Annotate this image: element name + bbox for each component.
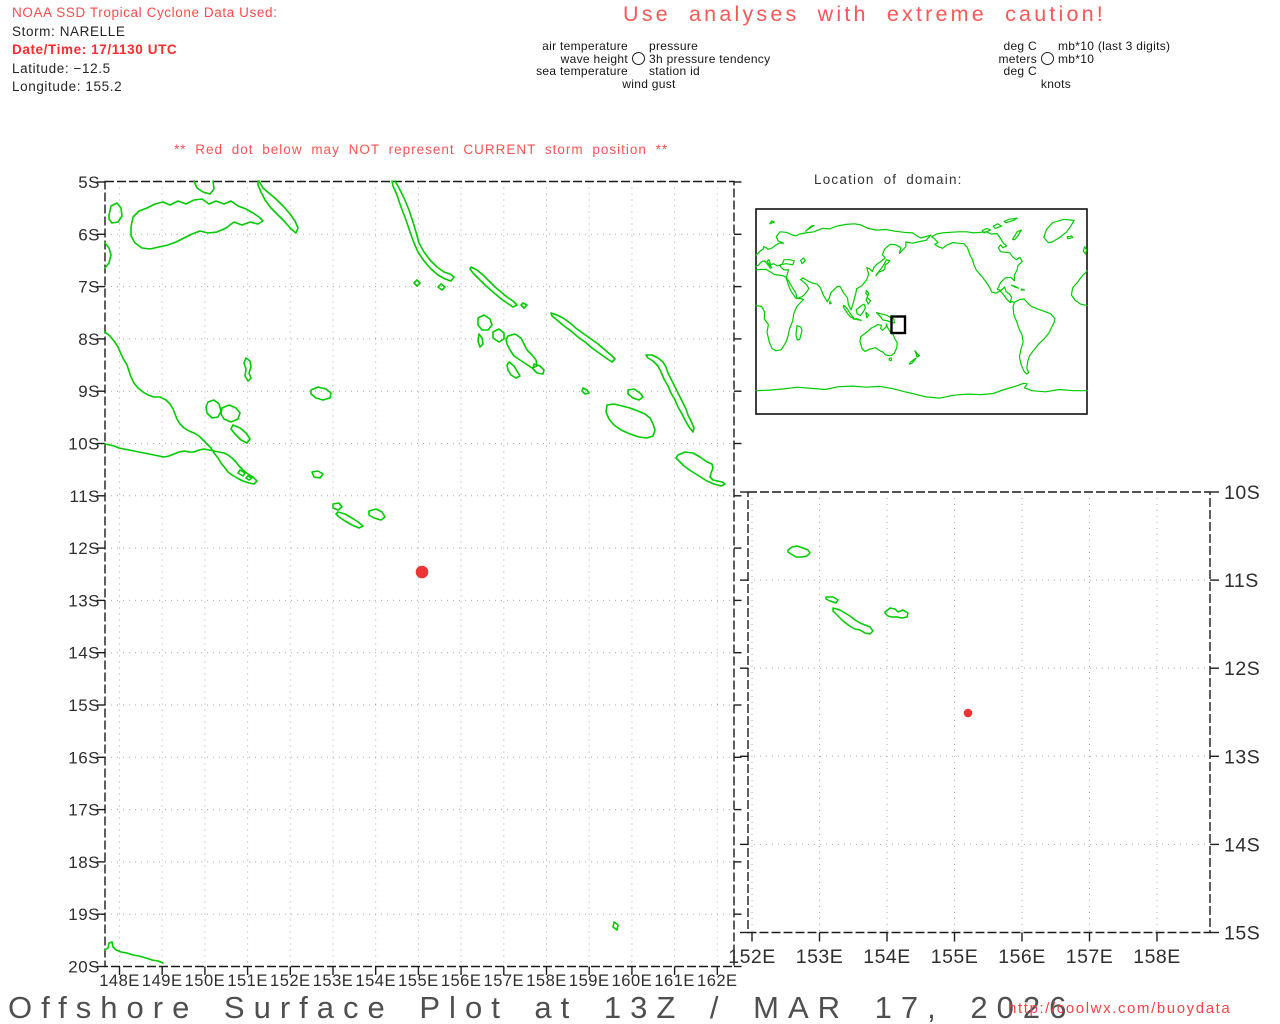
zoom-map-frame	[748, 492, 1210, 933]
svg-text:13S: 13S	[68, 591, 100, 610]
legend-spacer	[1041, 40, 1054, 53]
world-location-inset	[748, 202, 1096, 422]
legend-row: deg C mb*10 (last 3 digits)	[987, 40, 1170, 53]
svg-text:154E: 154E	[863, 946, 911, 968]
svg-text:151E: 151E	[227, 972, 268, 990]
svg-text:14S: 14S	[68, 644, 100, 663]
svg-text:13S: 13S	[1224, 746, 1260, 768]
plot-title: Offshore Surface Plot at 13Z / MAR 17, 2…	[8, 990, 1075, 1024]
svg-text:154E: 154E	[355, 972, 396, 990]
svg-text:155E: 155E	[398, 972, 439, 990]
storm-position-warning: ** Red dot below may NOT represent CURRE…	[174, 142, 668, 157]
svg-text:19S: 19S	[68, 905, 100, 924]
storm-position-dot-main	[416, 566, 429, 579]
inset-title: Location of domain:	[814, 172, 963, 187]
main-map-canvas: 148E149E150E151E152E153E154E155E156E157E…	[55, 165, 745, 995]
station-model-legend: air temperature pressure wave height 3h …	[516, 40, 770, 90]
axis-labels: 148E149E150E151E152E153E154E155E156E157E…	[68, 173, 737, 990]
unit-tendency: mb*10	[1058, 53, 1094, 66]
svg-text:150E: 150E	[185, 972, 226, 990]
svg-text:161E: 161E	[654, 972, 695, 990]
svg-text:11S: 11S	[70, 487, 101, 506]
svg-text:160E: 160E	[612, 972, 653, 990]
legend-row: deg C	[987, 65, 1170, 78]
station-circle-icon	[1041, 52, 1054, 65]
grid-lines	[748, 492, 1210, 933]
unit-pressure: mb*10 (last 3 digits)	[1058, 40, 1170, 53]
tick-marks	[740, 492, 1219, 942]
tick-marks	[97, 182, 742, 975]
svg-text:14S: 14S	[1224, 834, 1260, 856]
storm-name-line: Storm: NARELLE	[12, 23, 277, 42]
svg-text:149E: 149E	[142, 972, 183, 990]
svg-text:152E: 152E	[728, 946, 776, 968]
svg-text:17S: 17S	[68, 801, 100, 820]
data-source-line: NOAA SSD Tropical Cyclone Data Used:	[12, 4, 277, 23]
storm-latitude-line: Latitude: −12.5	[12, 60, 277, 79]
legend-row: knots	[987, 78, 1170, 91]
svg-text:6S: 6S	[78, 225, 100, 244]
svg-text:10S: 10S	[1224, 482, 1260, 504]
legend-row: air temperature pressure	[516, 40, 770, 53]
svg-text:8S: 8S	[78, 330, 100, 349]
storm-position-dot-zoom	[964, 709, 973, 718]
svg-text:153E: 153E	[313, 972, 354, 990]
svg-text:15S: 15S	[68, 696, 100, 715]
svg-text:9S: 9S	[78, 382, 100, 401]
offshore-surface-plot-page: NOAA SSD Tropical Cyclone Data Used: Sto…	[0, 0, 1280, 1024]
storm-longitude-line: Longitude: 155.2	[12, 78, 277, 97]
units-legend: deg C mb*10 (last 3 digits) meters mb*10…	[987, 40, 1170, 90]
legend-air-temperature: air temperature	[516, 40, 628, 53]
zoomed-domain-map: 152E153E154E155E156E157E158E10S11S12S13S…	[735, 480, 1280, 975]
svg-text:16S: 16S	[68, 748, 100, 767]
unit-knots: knots	[1027, 78, 1085, 91]
legend-spacer	[1041, 65, 1054, 78]
svg-text:153E: 153E	[796, 946, 844, 968]
svg-text:15S: 15S	[1224, 923, 1260, 945]
svg-text:11S: 11S	[1224, 570, 1259, 592]
storm-datetime-line: Date/Time: 17/1130 UTC	[12, 41, 277, 60]
world-map-frame	[756, 209, 1087, 414]
svg-text:148E: 148E	[99, 972, 140, 990]
legend-spacer	[632, 65, 645, 78]
svg-text:158E: 158E	[526, 972, 567, 990]
svg-text:156E: 156E	[441, 972, 482, 990]
svg-text:159E: 159E	[569, 972, 610, 990]
svg-text:158E: 158E	[1133, 946, 1181, 968]
legend-sea-temperature: sea temperature	[516, 65, 628, 78]
svg-text:156E: 156E	[998, 946, 1046, 968]
unit-deg-c-sea: deg C	[987, 65, 1037, 78]
legend-row: sea temperature station id	[516, 65, 770, 78]
legend-station-id: station id	[649, 65, 700, 78]
unit-deg-c-air: deg C	[987, 40, 1037, 53]
svg-text:12S: 12S	[68, 539, 100, 558]
source-url: http://coolwx.com/buoydata	[1008, 1000, 1231, 1017]
legend-pressure: pressure	[649, 40, 698, 53]
storm-info-block: NOAA SSD Tropical Cyclone Data Used: Sto…	[12, 4, 277, 97]
caution-banner: Use analyses with extreme caution!	[623, 2, 1106, 27]
legend-spacer	[632, 40, 645, 53]
legend-wind-gust: wind gust	[606, 78, 692, 91]
station-circle-icon	[632, 52, 645, 65]
svg-text:157E: 157E	[484, 972, 525, 990]
svg-text:5S: 5S	[78, 173, 100, 192]
legend-row: wind gust	[516, 78, 770, 91]
svg-text:155E: 155E	[931, 946, 979, 968]
svg-text:18S: 18S	[68, 853, 100, 872]
svg-text:10S: 10S	[68, 435, 100, 454]
svg-text:157E: 157E	[1066, 946, 1114, 968]
svg-text:152E: 152E	[270, 972, 311, 990]
svg-text:20S: 20S	[68, 958, 100, 977]
svg-text:12S: 12S	[1224, 658, 1260, 680]
svg-text:162E: 162E	[697, 972, 738, 990]
coastlines	[788, 546, 908, 634]
svg-text:7S: 7S	[78, 278, 100, 297]
world-coastlines	[756, 218, 1087, 398]
